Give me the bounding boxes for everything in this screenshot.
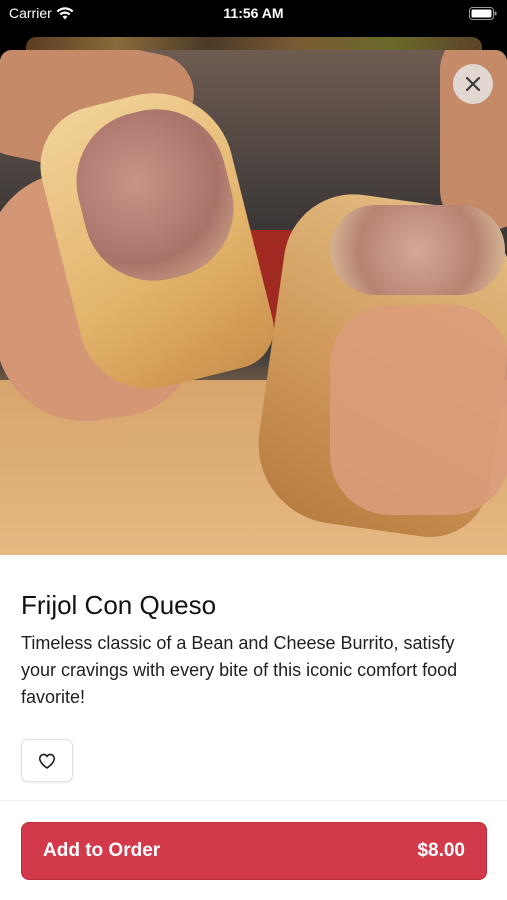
divider bbox=[0, 800, 507, 801]
item-title: Frijol Con Queso bbox=[21, 590, 217, 620]
add-to-order-label: Add to Order bbox=[43, 840, 161, 861]
status-bar: Carrier 11:56 AM bbox=[0, 0, 507, 28]
close-icon bbox=[465, 76, 481, 92]
battery-icon bbox=[469, 7, 497, 23]
item-info: Frijol Con Queso Timeless classic of a B… bbox=[21, 588, 487, 711]
close-button[interactable] bbox=[453, 64, 493, 104]
item-description: Timeless classic of a Bean and Cheese Bu… bbox=[21, 633, 458, 707]
heart-icon bbox=[38, 753, 56, 769]
add-to-order-button[interactable]: Add to Order $8.00 bbox=[21, 822, 487, 880]
clock: 11:56 AM bbox=[223, 5, 284, 21]
item-hero-image bbox=[0, 50, 507, 555]
item-detail-sheet: Frijol Con Queso Timeless classic of a B… bbox=[0, 50, 507, 900]
favorite-button[interactable] bbox=[21, 739, 73, 782]
price-label: $8.00 bbox=[417, 840, 465, 861]
